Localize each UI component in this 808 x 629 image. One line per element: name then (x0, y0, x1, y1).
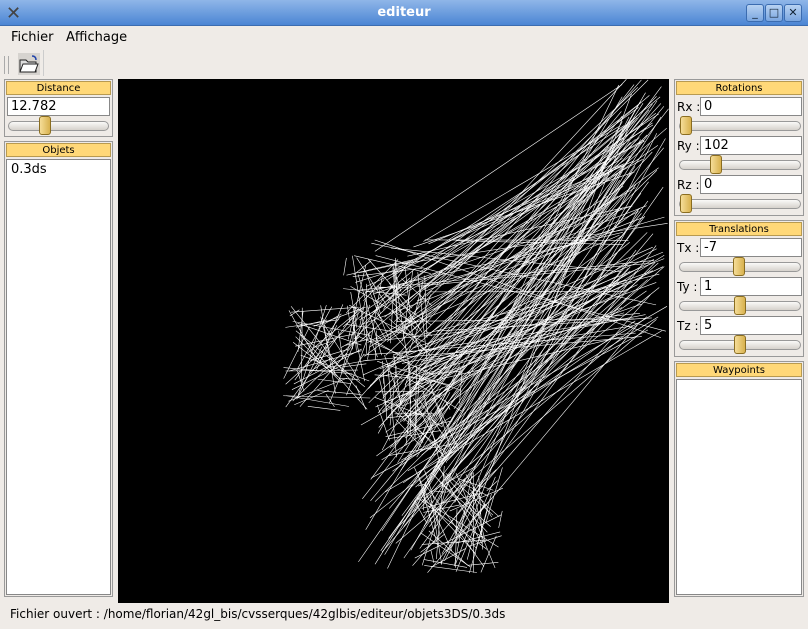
maximize-button[interactable]: □ (765, 4, 783, 22)
translations-input[interactable]: 5 (700, 316, 802, 335)
wireframe-render (283, 79, 669, 574)
translations-input[interactable]: -7 (700, 238, 802, 257)
rotations-input[interactable]: 0 (700, 175, 802, 194)
translations-label: Tz : (677, 319, 699, 333)
objets-header: Objets (6, 143, 111, 157)
rotations-input[interactable]: 0 (700, 97, 802, 116)
waypoints-panel: Waypoints (674, 361, 804, 597)
status-bar: Fichier ouvert : /home/florian/42gl_bis/… (10, 607, 506, 621)
list-item[interactable]: 0.3ds (7, 160, 110, 179)
menu-fichier[interactable]: Fichier (11, 30, 54, 45)
rotations-label: Ry : (677, 139, 700, 153)
translations-input[interactable]: 1 (700, 277, 802, 296)
translations-slider[interactable] (679, 257, 801, 276)
translations-slider[interactable] (679, 335, 801, 354)
slider-thumb[interactable] (732, 257, 745, 276)
rotations-slider[interactable] (679, 116, 801, 135)
slider-thumb[interactable] (39, 116, 52, 135)
translations-label: Tx : (677, 241, 700, 255)
slider-thumb[interactable] (680, 116, 692, 135)
translations-slider[interactable] (679, 296, 801, 315)
slider-thumb[interactable] (680, 194, 692, 213)
waypoints-header: Waypoints (676, 363, 802, 377)
translations-label: Ty : (677, 280, 698, 294)
rotations-input[interactable]: 102 (700, 136, 802, 155)
rotations-label: Rx : (677, 100, 701, 114)
window-title: editeur (377, 5, 431, 20)
rotations-slider[interactable] (679, 194, 801, 213)
distance-header: Distance (6, 81, 111, 95)
rotations-label: Rz : (677, 178, 700, 192)
distance-panel: Distance 12.782 (4, 79, 113, 137)
slider-thumb[interactable] (710, 155, 723, 174)
close-button[interactable]: ✕ (784, 4, 802, 22)
open-file-button[interactable] (18, 53, 40, 75)
distance-slider[interactable] (8, 116, 109, 135)
toolbar-separator (43, 50, 44, 76)
waypoints-list[interactable] (676, 379, 802, 595)
title-bar[interactable]: ✕ editeur _ □ ✕ (0, 0, 808, 26)
rotations-panel: Rotations Rx : 0 Ry : 102 Rz : 0 (674, 79, 804, 216)
menu-affichage[interactable]: Affichage (66, 30, 127, 45)
menu-bar: Fichier Affichage (0, 26, 808, 50)
objets-panel: Objets 0.3ds (4, 141, 113, 597)
3d-viewport[interactable] (118, 79, 669, 603)
toolbar (0, 50, 808, 77)
distance-input[interactable]: 12.782 (7, 97, 110, 116)
rotations-slider[interactable] (679, 155, 801, 174)
slider-thumb[interactable] (734, 296, 746, 315)
toolbar-grip[interactable] (4, 56, 9, 74)
folder-open-icon (19, 55, 39, 73)
rotations-header: Rotations (676, 81, 802, 95)
slider-thumb[interactable] (734, 335, 746, 354)
translations-panel: Translations Tx : -7 Ty : 1 Tz : 5 (674, 220, 804, 357)
translations-header: Translations (676, 222, 802, 236)
minimize-button[interactable]: _ (746, 4, 764, 22)
objets-list[interactable]: 0.3ds (6, 159, 111, 595)
